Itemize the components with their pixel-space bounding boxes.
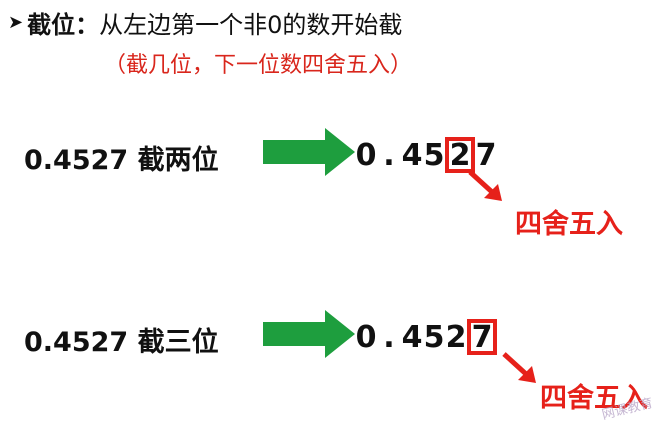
digit: .: [383, 319, 395, 355]
heading-description: 从左边第一个非0的数开始截: [99, 10, 403, 39]
digit: 4: [401, 137, 423, 173]
digit: 0: [355, 319, 377, 355]
heading-colon: ：: [75, 10, 100, 39]
digit: 2: [445, 319, 467, 355]
triangle-bullet-icon: ➤: [8, 11, 24, 33]
heading-term: 截位: [27, 10, 76, 39]
digit: 4: [401, 319, 423, 355]
right-arrow-icon: [263, 310, 355, 358]
digit: 5: [423, 319, 445, 355]
right-arrow-icon: [263, 128, 355, 176]
rounding-subnote: （截几位，下一位数四舍五入）: [104, 53, 413, 78]
example-1-prompt: 0.4527 截两位: [24, 145, 219, 176]
digit: 5: [423, 137, 445, 173]
digit: .: [383, 137, 395, 173]
heading: ➤ 截位 ： 从左边第一个非0的数开始截: [8, 2, 402, 42]
diagonal-arrow-icon: [468, 170, 502, 201]
example-1-rounding-label: 四舍五入: [515, 209, 623, 240]
example-2-result-digits: 0 . 4 5 2 7: [355, 317, 497, 357]
highlighted-digit: 7: [467, 319, 497, 355]
example-2-prompt: 0.4527 截三位: [24, 327, 219, 358]
digit: 0: [355, 137, 377, 173]
diagonal-arrow-icon: [502, 352, 536, 383]
